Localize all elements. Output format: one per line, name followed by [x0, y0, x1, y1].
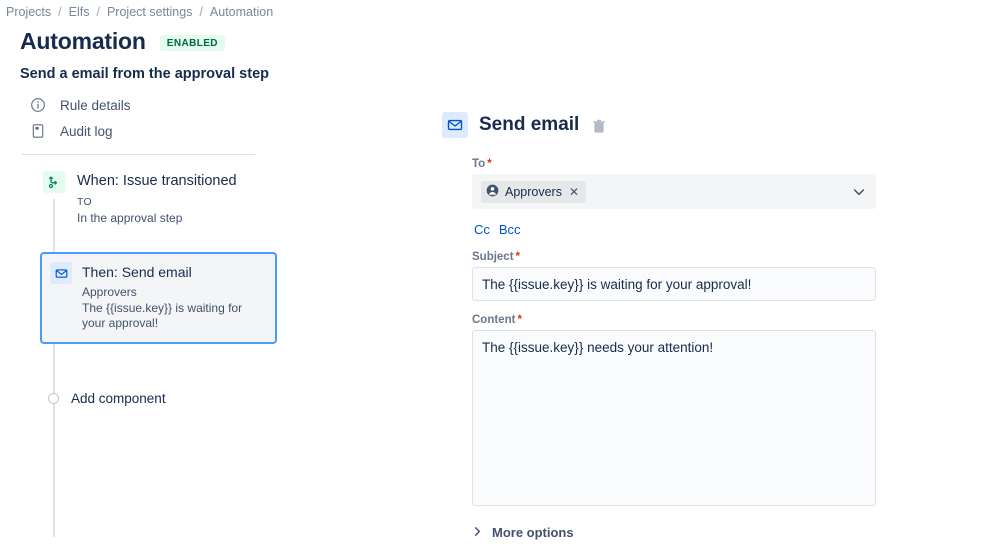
- action-card-details: Approvers The {{issue.key}} is waiting f…: [82, 285, 267, 332]
- transition-branch-icon: [43, 171, 65, 193]
- breadcrumb-item-projects[interactable]: Projects: [6, 5, 51, 19]
- trigger-title: When: Issue transitioned: [77, 173, 237, 189]
- trigger-step-body: When: Issue transitioned TO In the appro…: [77, 171, 237, 226]
- breadcrumb-separator: /: [58, 5, 62, 19]
- bcc-link[interactable]: Bcc: [499, 222, 521, 237]
- sidebar-item-rule-details[interactable]: Rule details: [20, 92, 432, 118]
- action-card-body: Then: Send email Approvers The {{issue.k…: [82, 262, 267, 332]
- required-marker: *: [517, 314, 522, 326]
- add-component-label: Add component: [71, 390, 166, 406]
- subject-input[interactable]: [472, 267, 876, 301]
- trigger-details: TO In the approval step: [77, 194, 237, 226]
- action-card-recipient: Approvers: [82, 285, 137, 299]
- envelope-icon: [442, 112, 468, 138]
- chip-label: Approvers: [505, 184, 562, 199]
- status-badge: ENABLED: [159, 35, 225, 51]
- sidebar-item-audit-log[interactable]: Audit log: [20, 118, 432, 144]
- subject-field-label: Subject *: [472, 251, 876, 263]
- page-title: Automation: [20, 27, 146, 54]
- field-subject: Subject *: [472, 251, 876, 301]
- breadcrumb-separator: /: [96, 5, 100, 19]
- rule-sidebar: Send a email from the approval step Rule…: [0, 56, 432, 537]
- rule-steps: When: Issue transitioned TO In the appro…: [20, 155, 432, 537]
- required-marker: *: [487, 158, 492, 170]
- info-circle-icon: [30, 97, 46, 113]
- trigger-condition-label: TO: [77, 196, 92, 208]
- subject-label-text: Subject: [472, 251, 514, 263]
- detail-header: Send email: [432, 112, 998, 138]
- breadcrumb-separator: /: [199, 5, 203, 19]
- action-card-title: Then: Send email: [82, 264, 192, 280]
- field-to: To * Approvers ✕: [472, 158, 876, 209]
- to-field-label: To *: [472, 158, 876, 170]
- trash-icon[interactable]: [590, 118, 608, 136]
- breadcrumb-item-elfs[interactable]: Elfs: [69, 5, 90, 19]
- rule-name: Send a email from the approval step: [20, 66, 269, 82]
- cc-bcc-row: Cc Bcc: [474, 222, 876, 237]
- content-label-text: Content: [472, 314, 516, 326]
- page-header: Automation ENABLED: [0, 20, 998, 56]
- breadcrumb: Projects / Elfs / Project settings / Aut…: [0, 0, 998, 20]
- detail-title: Send email: [479, 114, 580, 135]
- document-icon: [30, 123, 46, 139]
- action-step-card-send-email[interactable]: Then: Send email Approvers The {{issue.k…: [40, 252, 277, 344]
- sidebar-item-label: Audit log: [60, 123, 113, 139]
- add-circle-icon: [48, 392, 59, 404]
- action-card-summary: The {{issue.key}} is waiting for your ap…: [82, 300, 243, 331]
- close-icon[interactable]: ✕: [568, 186, 580, 198]
- more-options-label: More options: [492, 525, 574, 540]
- required-marker: *: [515, 251, 521, 263]
- trigger-step[interactable]: When: Issue transitioned TO In the appro…: [20, 171, 432, 226]
- main-content: Send a email from the approval step Rule…: [0, 56, 998, 551]
- user-avatar-icon: [486, 184, 499, 200]
- chevron-right-icon: [472, 525, 483, 540]
- sidebar-item-label: Rule details: [60, 97, 131, 113]
- field-content: Content *: [472, 314, 876, 511]
- add-component-row[interactable]: Add component: [20, 391, 432, 406]
- step-connector-rail: [53, 199, 55, 537]
- to-label-text: To: [472, 158, 486, 170]
- trigger-condition-value: In the approval step: [77, 211, 183, 225]
- detail-panel: Send email To * Approvers ✕ Cc Bcc Subje…: [432, 56, 998, 555]
- more-options-expander[interactable]: More options: [472, 525, 876, 540]
- content-textarea[interactable]: [472, 330, 876, 506]
- send-email-form: To * Approvers ✕ Cc Bcc Subject * The {{…: [432, 158, 876, 555]
- recipient-chip-approvers[interactable]: Approvers ✕: [481, 180, 587, 203]
- envelope-icon: [50, 262, 72, 284]
- breadcrumb-item-automation[interactable]: Automation: [210, 5, 273, 19]
- to-select[interactable]: Approvers ✕: [472, 174, 876, 209]
- cc-link[interactable]: Cc: [474, 222, 490, 237]
- breadcrumb-item-project-settings[interactable]: Project settings: [107, 5, 192, 19]
- content-field-label: Content *: [472, 314, 876, 326]
- chevron-down-icon[interactable]: [851, 184, 867, 200]
